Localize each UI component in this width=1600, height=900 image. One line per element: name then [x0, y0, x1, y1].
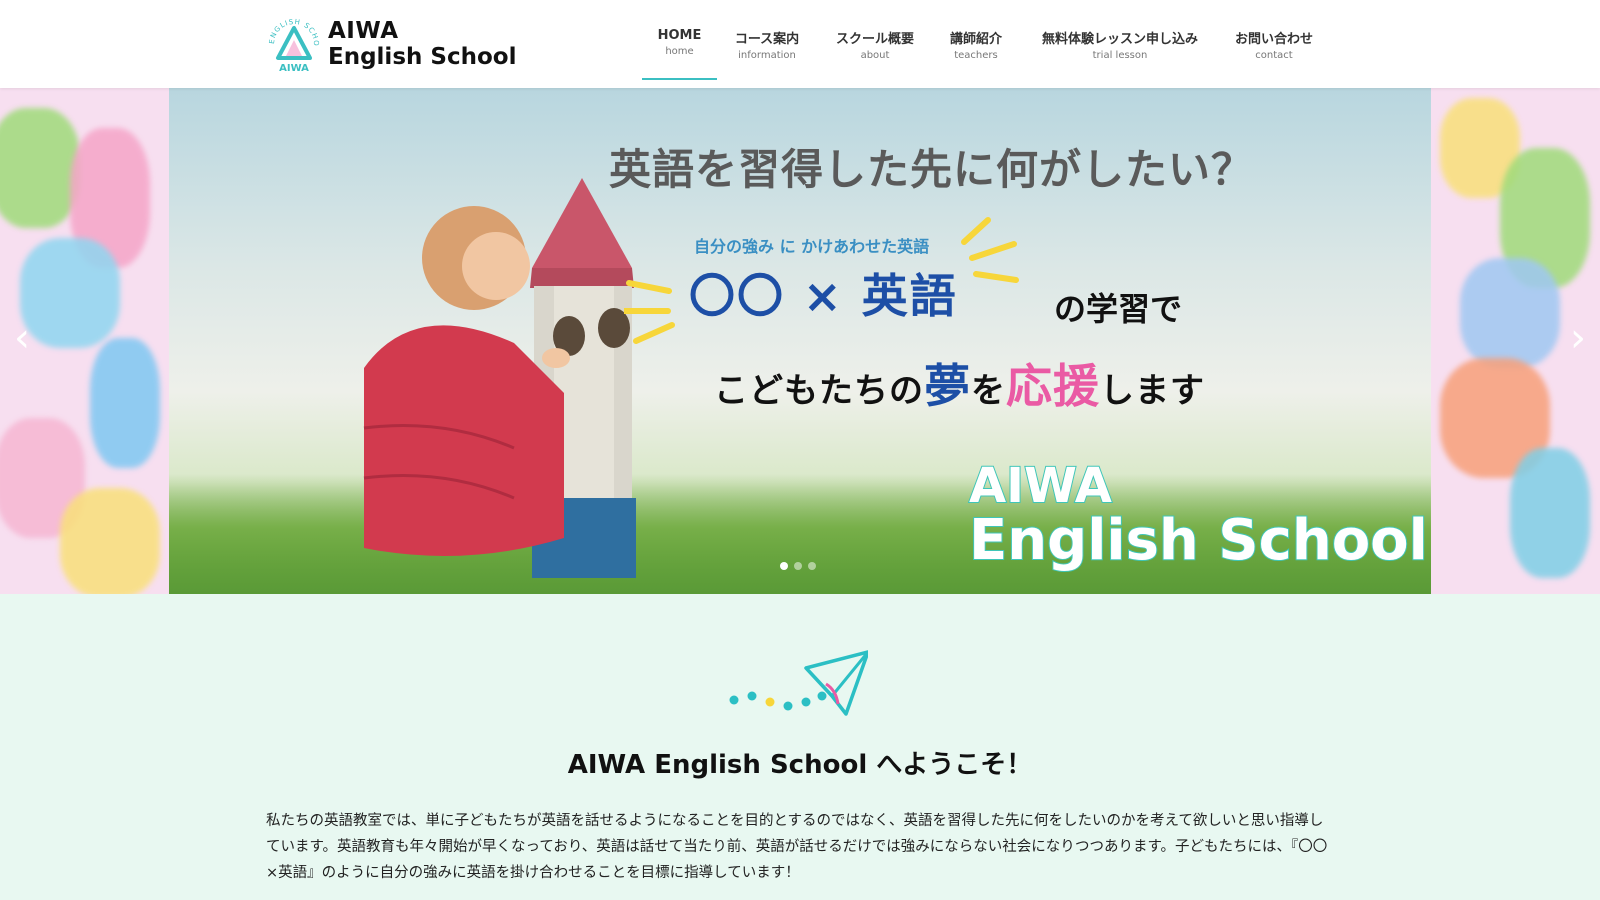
nav-sublabel: contact [1255, 50, 1293, 61]
welcome-body-text: 私たちの英語教室では、単に子どもたちが英語を話せるようになることを目的とするので… [266, 813, 1328, 881]
support-dream: 夢 [924, 359, 971, 413]
hero-slide-image: 英語を習得した先に何がしたい？ 自分の強み に かけあわせた英語 〇〇 × 英語… [169, 88, 1431, 594]
hero-big-line: 〇〇 × 英語 [689, 269, 958, 323]
nav-item-trial-lesson[interactable]: 無料体験レッスン申し込み trial lesson [1030, 20, 1210, 74]
hero-brand-line-2: English School [968, 507, 1429, 574]
nav-item-information[interactable]: コース案内 information [727, 20, 807, 74]
slider-dot[interactable] [794, 562, 802, 570]
site-header: ENGLISH SCHOOL AIWA AIWA English School … [0, 0, 1600, 88]
slider-next-button[interactable]: › [1560, 313, 1596, 363]
hero-headline: 英語を習得した先に何がしたい？ [609, 145, 1255, 194]
chevron-left-icon: ‹ [14, 315, 30, 361]
slider-dot[interactable] [780, 562, 788, 570]
nav-sublabel: about [860, 50, 890, 61]
main-nav: HOME home コース案内 information スクール概要 about… [0, 20, 1600, 80]
nav-label: お問い合わせ [1234, 32, 1313, 47]
support-suffix: します [1100, 371, 1205, 411]
support-mid: を [971, 371, 1006, 411]
nav-item-teachers[interactable]: 講師紹介 teachers [940, 20, 1012, 74]
child-with-rocket-illustration [363, 178, 636, 578]
nav-label: スクール概要 [835, 32, 914, 47]
nav-label: HOME [657, 28, 702, 43]
spark-right-icon [961, 217, 1019, 283]
spark-left-icon [624, 280, 675, 344]
slider-prev-button[interactable]: ‹ [4, 313, 40, 363]
hero-brand-line-1: AIWA [968, 457, 1113, 515]
hero-learn-line: の学習で [1054, 290, 1183, 328]
nav-label: コース案内 [734, 32, 800, 47]
nav-item-contact[interactable]: お問い合わせ contact [1226, 20, 1322, 74]
paper-plane-icon [729, 650, 868, 716]
chevron-right-icon: › [1570, 315, 1586, 361]
nav-sublabel: home [665, 46, 694, 57]
hero-subline: 自分の強み に かけあわせた英語 [694, 237, 930, 256]
nav-label: 無料体験レッスン申し込み [1041, 32, 1198, 47]
slider-pagination [780, 562, 816, 570]
nav-item-about[interactable]: スクール概要 about [826, 20, 924, 74]
hero-slider[interactable]: 英語を習得した先に何がしたい？ 自分の強み に かけあわせた英語 〇〇 × 英語… [0, 88, 1600, 594]
slider-dot[interactable] [808, 562, 816, 570]
nav-item-home[interactable]: HOME home [642, 20, 717, 80]
support-cheer: 応援 [1006, 359, 1100, 413]
support-prefix: こどもたちの [714, 371, 924, 411]
nav-sublabel: information [738, 50, 796, 61]
nav-sublabel: teachers [954, 50, 998, 61]
nav-label: 講師紹介 [949, 32, 1002, 47]
nav-sublabel: trial lesson [1092, 50, 1148, 61]
welcome-title: AIWA English School へようこそ！ [567, 750, 1033, 780]
hero-support-line: こどもたちの夢を応援します [714, 350, 1205, 416]
